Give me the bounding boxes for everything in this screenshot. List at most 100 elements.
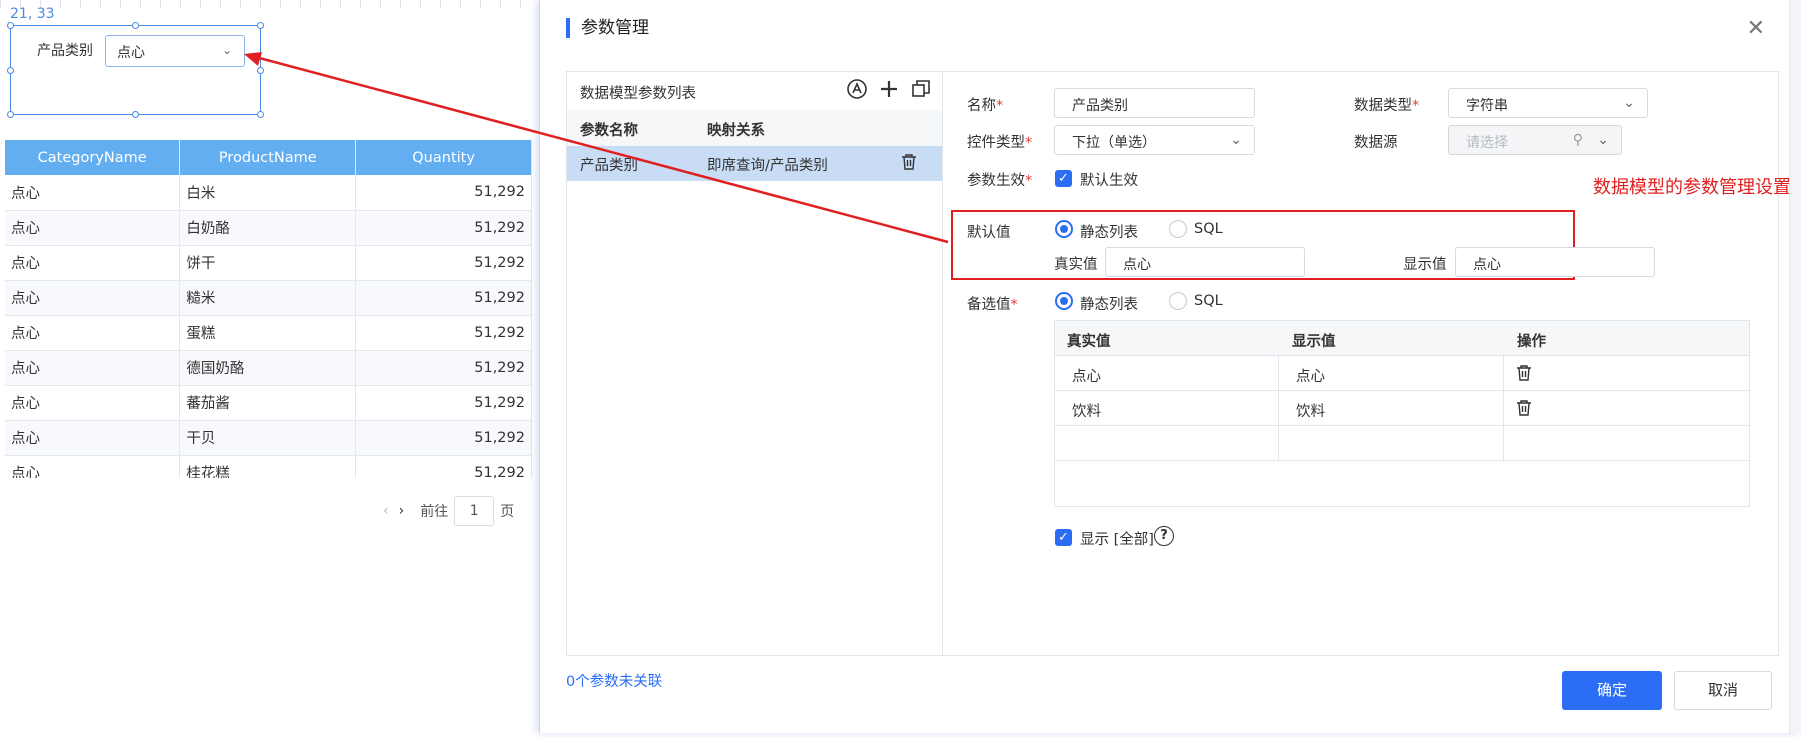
datasource-select: 请选择 ⚲ ⌄ — [1448, 125, 1622, 155]
resize-handle[interactable] — [257, 111, 264, 118]
display-value-label: 显示值 — [1403, 257, 1447, 273]
report-table-container: CategoryName ProductName Quantity 点心 白米 51… — [0, 140, 540, 478]
chevron-down-icon: ⌄ — [1230, 132, 1242, 148]
resize-handle[interactable] — [7, 67, 14, 74]
dialog-title: 参数管理 — [566, 18, 649, 38]
cell: 白奶酪 — [179, 210, 357, 246]
close-icon[interactable]: ✕ — [1747, 16, 1765, 41]
table-row: 点心 饼干 51,292 — [5, 245, 532, 281]
column-header[interactable]: Quantity — [355, 140, 532, 175]
param-widget-label: 产品类别 — [37, 43, 93, 59]
table-row: 点心 点心 — [1055, 356, 1749, 391]
name-input[interactable]: 产品类别 — [1054, 88, 1255, 118]
cell: 德国奶酪 — [179, 350, 357, 386]
cell: 干贝 — [179, 420, 357, 456]
table-row: 点心 桂花糕 51,292 — [5, 455, 532, 478]
param-mapping: 即席查询/产品类别 — [707, 158, 828, 174]
real-value-input[interactable]: 点心 — [1105, 247, 1305, 277]
resize-handle[interactable] — [257, 22, 264, 29]
options-label: 备选值* — [967, 297, 1018, 313]
auto-match-icon[interactable] — [846, 78, 868, 100]
col-actions: 操作 — [1517, 334, 1546, 350]
datatype-select[interactable]: 字符串 ⌄ — [1448, 88, 1648, 118]
resize-handle[interactable] — [257, 67, 264, 74]
trash-icon[interactable] — [901, 153, 917, 171]
table-row: 点心 糙米 51,292 — [5, 280, 532, 316]
table-row: 点心 干贝 51,292 — [5, 420, 532, 456]
table-row: 点心 蛋糕 51,292 — [5, 315, 532, 351]
cell: 51,292 — [355, 175, 532, 211]
chevron-down-icon: ⌄ — [1597, 132, 1609, 148]
effective-label: 参数生效* — [967, 173, 1033, 189]
resize-handle[interactable] — [132, 111, 139, 118]
cell: 点心 — [5, 175, 181, 211]
parameter-management-dialog: 参数管理 ✕ 数据模型参数列表 参数名称 映射关系 产品类别 即席查询/产品类别… — [539, 0, 1801, 733]
cell: 白米 — [179, 175, 357, 211]
cell: 点心 — [5, 420, 181, 456]
prev-page-icon[interactable]: ‹ — [383, 503, 389, 519]
trash-icon[interactable] — [1516, 399, 1532, 417]
control-type-label: 控件类型* — [967, 135, 1033, 151]
default-static-label: 静态列表 — [1080, 225, 1138, 241]
add-icon[interactable] — [878, 78, 900, 100]
cell: 51,292 — [355, 315, 532, 351]
cell[interactable]: 饮料 — [1072, 400, 1101, 421]
report-table: CategoryName ProductName Quantity 点心 白米 51… — [5, 140, 532, 478]
cell: 51,292 — [355, 385, 532, 421]
page-input[interactable]: 1 — [454, 496, 495, 526]
display-value-input[interactable]: 点心 — [1455, 247, 1655, 277]
pagination: ‹ › 前往 1 页 — [383, 496, 514, 526]
confirm-button[interactable]: 确定 — [1562, 671, 1662, 710]
cell[interactable]: 点心 — [1072, 365, 1101, 386]
options-static-radio[interactable] — [1055, 292, 1073, 310]
trash-icon[interactable] — [1516, 364, 1532, 382]
column-header[interactable]: CategoryName — [5, 140, 181, 175]
goto-label: 前往 — [420, 504, 449, 520]
table-row: 饮料 饮料 — [1055, 391, 1749, 426]
cell: 桂花糕 — [179, 455, 357, 478]
control-type-select[interactable]: 下拉（单选） ⌄ — [1054, 125, 1255, 155]
table-row: 点心 蕃茄酱 51,292 — [5, 385, 532, 421]
show-all-checkbox[interactable]: ✓ — [1055, 529, 1072, 546]
resize-handle[interactable] — [7, 22, 14, 29]
cell: 点心 — [5, 210, 181, 246]
param-list-title: 数据模型参数列表 — [580, 86, 696, 102]
chevron-down-icon: ⌄ — [1623, 95, 1635, 111]
options-sql-radio[interactable] — [1169, 292, 1187, 310]
cell[interactable]: 点心 — [1296, 365, 1325, 386]
table-row-empty[interactable] — [1055, 426, 1749, 461]
copy-icon[interactable] — [910, 78, 932, 100]
cell: 51,292 — [355, 420, 532, 456]
param-widget-select[interactable]: 点心 ⌄ — [105, 35, 245, 67]
default-sql-radio[interactable] — [1169, 220, 1187, 238]
help-icon[interactable]: ? — [1154, 526, 1174, 546]
default-sql-label: SQL — [1194, 221, 1223, 237]
effective-option-label: 默认生效 — [1080, 173, 1138, 189]
cancel-button[interactable]: 取消 — [1674, 671, 1772, 710]
cell: 点心 — [5, 280, 181, 316]
cell: 点心 — [5, 455, 181, 478]
annotation-text: 数据模型的参数管理设置的默认值 — [1593, 177, 1801, 198]
resize-handle[interactable] — [132, 22, 139, 29]
control-type-value: 下拉（单选） — [1072, 135, 1156, 151]
scrollbar-track[interactable] — [1789, 0, 1801, 733]
resize-handle[interactable] — [7, 111, 14, 118]
unlinked-params-link[interactable]: 0个参数未关联 — [566, 670, 662, 691]
next-page-icon[interactable]: › — [399, 503, 405, 519]
datatype-label: 数据类型* — [1354, 98, 1420, 114]
datasource-label: 数据源 — [1354, 135, 1398, 151]
default-static-radio[interactable] — [1055, 220, 1073, 238]
datatype-value: 字符串 — [1466, 98, 1508, 114]
col-mapping: 映射关系 — [707, 123, 765, 139]
column-header[interactable]: ProductName — [179, 140, 357, 175]
list-item[interactable]: 产品类别 即席查询/产品类别 — [567, 146, 942, 181]
cell: 点心 — [5, 385, 181, 421]
effective-checkbox[interactable]: ✓ — [1055, 170, 1072, 187]
options-table: 真实值 显示值 操作 点心 点心 饮料 饮料 — [1054, 320, 1750, 507]
cell[interactable]: 饮料 — [1296, 400, 1325, 421]
search-icon: ⚲ — [1572, 132, 1583, 148]
top-ruler — [0, 0, 540, 8]
col-real-value: 真实值 — [1067, 334, 1111, 350]
coordinate-readout: 21, 33 — [10, 6, 55, 22]
table-row: 点心 白米 51,292 — [5, 175, 532, 211]
